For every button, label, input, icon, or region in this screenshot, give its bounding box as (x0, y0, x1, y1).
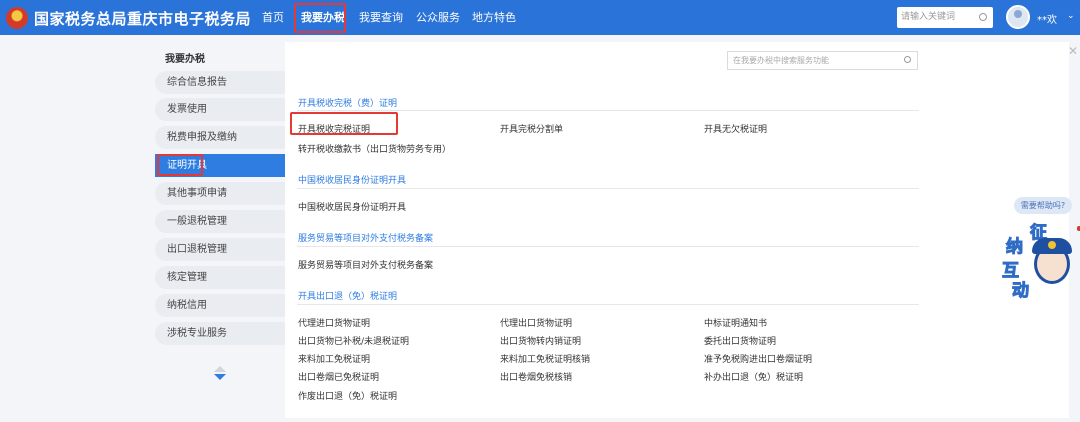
sidebar-title: 我要办税 (165, 54, 205, 65)
nav-home[interactable]: 首页 (262, 0, 284, 35)
sidebar-item-comprehensive-info[interactable]: 综合信息报告 (155, 71, 285, 94)
search-icon[interactable] (904, 56, 911, 63)
sidebar-highlight-box (157, 154, 203, 176)
link-no-arrears-certificate[interactable]: 开具无欠税证明 (704, 122, 767, 135)
link-processing-exemption-writeoff[interactable]: 来料加工免税证明核销 (500, 352, 590, 365)
tax-emblem-icon (6, 7, 28, 29)
header-search-placeholder: 请输入关键词 (901, 12, 956, 22)
section-title-tax-payment-certificate: 开具税收完税（费）证明 (298, 99, 398, 109)
section-title-service-trade-filing: 服务贸易等项目对外支付税务备案 (298, 234, 434, 244)
username[interactable]: **欢 (1037, 11, 1057, 26)
section-divider (297, 188, 919, 189)
sidebar-scroll-arrows[interactable] (214, 366, 226, 380)
nav-public-service[interactable]: 公众服务 (416, 0, 460, 35)
sidebar-item-assessment[interactable]: 核定管理 (155, 266, 285, 289)
scroll-down-icon[interactable] (214, 374, 226, 380)
nav-local-features[interactable]: 地方特色 (472, 0, 516, 35)
section-divider (297, 304, 919, 305)
site-title[interactable]: 国家税务总局重庆市电子税务局 (34, 8, 251, 29)
link-payment-split-form[interactable]: 开具完税分割单 (500, 122, 563, 135)
nav-highlight-box (294, 3, 346, 33)
link-reissue-export-certificate[interactable]: 补办出口退（免）税证明 (704, 370, 803, 383)
scroll-up-icon[interactable] (214, 366, 226, 372)
sidebar-item-credit[interactable]: 纳税信用 (155, 294, 285, 317)
header-search-input[interactable]: 请输入关键词 (897, 7, 993, 28)
link-export-tax-paid-certificate[interactable]: 出口货物已补税/未退税证明 (298, 334, 409, 347)
link-cigarette-purchase[interactable]: 准予免税购进出口卷烟证明 (704, 352, 812, 365)
sidebar-item-declaration[interactable]: 税费申报及缴纳 (155, 126, 285, 149)
section-title-tax-residency: 中国税收居民身份证明开具 (298, 176, 407, 186)
link-entrusted-export[interactable]: 委托出口货物证明 (704, 334, 776, 347)
mascot-char: 纳 (1006, 237, 1024, 258)
sidebar-item-other-application[interactable]: 其他事项申请 (155, 182, 285, 205)
avatar[interactable] (1006, 5, 1030, 29)
section-divider (297, 110, 919, 111)
link-processing-exemption[interactable]: 来料加工免税证明 (298, 352, 370, 365)
nav-query[interactable]: 我要查询 (359, 0, 403, 35)
link-void-export-certificate[interactable]: 作废出口退（免）税证明 (298, 389, 397, 402)
sidebar-item-export-refund[interactable]: 出口退税管理 (155, 238, 285, 261)
link-tax-residency-certificate[interactable]: 中国税收居民身份证明开具 (298, 200, 406, 213)
section-title-export-refund-certificate: 开具出口退（免）税证明 (298, 292, 398, 302)
mascot-widget[interactable]: 征 纳 互 动 (1000, 218, 1080, 302)
content-search-placeholder: 在我要办税中搜索服务功能 (733, 56, 829, 65)
sidebar-item-invoice[interactable]: 发票使用 (155, 98, 285, 121)
chevron-down-icon[interactable]: ⌄ (1067, 11, 1075, 21)
link-cigarette-exemption[interactable]: 出口卷烟已免税证明 (298, 370, 379, 383)
content-search-input[interactable]: 在我要办税中搜索服务功能 (727, 51, 918, 70)
search-icon[interactable] (979, 13, 987, 21)
mascot-cap-icon (1032, 238, 1072, 254)
link-cigarette-writeoff[interactable]: 出口卷烟免税核销 (500, 370, 572, 383)
link-service-trade-filing[interactable]: 服务贸易等项目对外支付税务备案 (298, 258, 433, 271)
content-panel: 在我要办税中搜索服务功能 开具税收完税（费）证明 开具税收完税证明 开具完税分割… (285, 42, 1069, 418)
sidebar-item-professional-service[interactable]: 涉税专业服务 (155, 322, 285, 345)
link-import-agency-certificate[interactable]: 代理进口货物证明 (298, 316, 370, 329)
sidebar-item-general-refund[interactable]: 一般退税管理 (155, 210, 285, 233)
close-icon[interactable]: ✕ (1068, 44, 1078, 58)
help-bubble[interactable]: 需要帮助吗? (1014, 197, 1072, 214)
link-highlight-box (290, 112, 398, 135)
section-divider (297, 246, 919, 247)
link-export-agency-certificate[interactable]: 代理出口货物证明 (500, 316, 572, 329)
link-export-domestic-sale[interactable]: 出口货物转内销证明 (500, 334, 581, 347)
link-transfer-payment-book[interactable]: 转开税收缴款书（出口货物劳务专用） (298, 142, 451, 155)
mascot-char: 动 (1012, 281, 1030, 302)
link-bid-notice[interactable]: 中标证明通知书 (704, 316, 767, 329)
